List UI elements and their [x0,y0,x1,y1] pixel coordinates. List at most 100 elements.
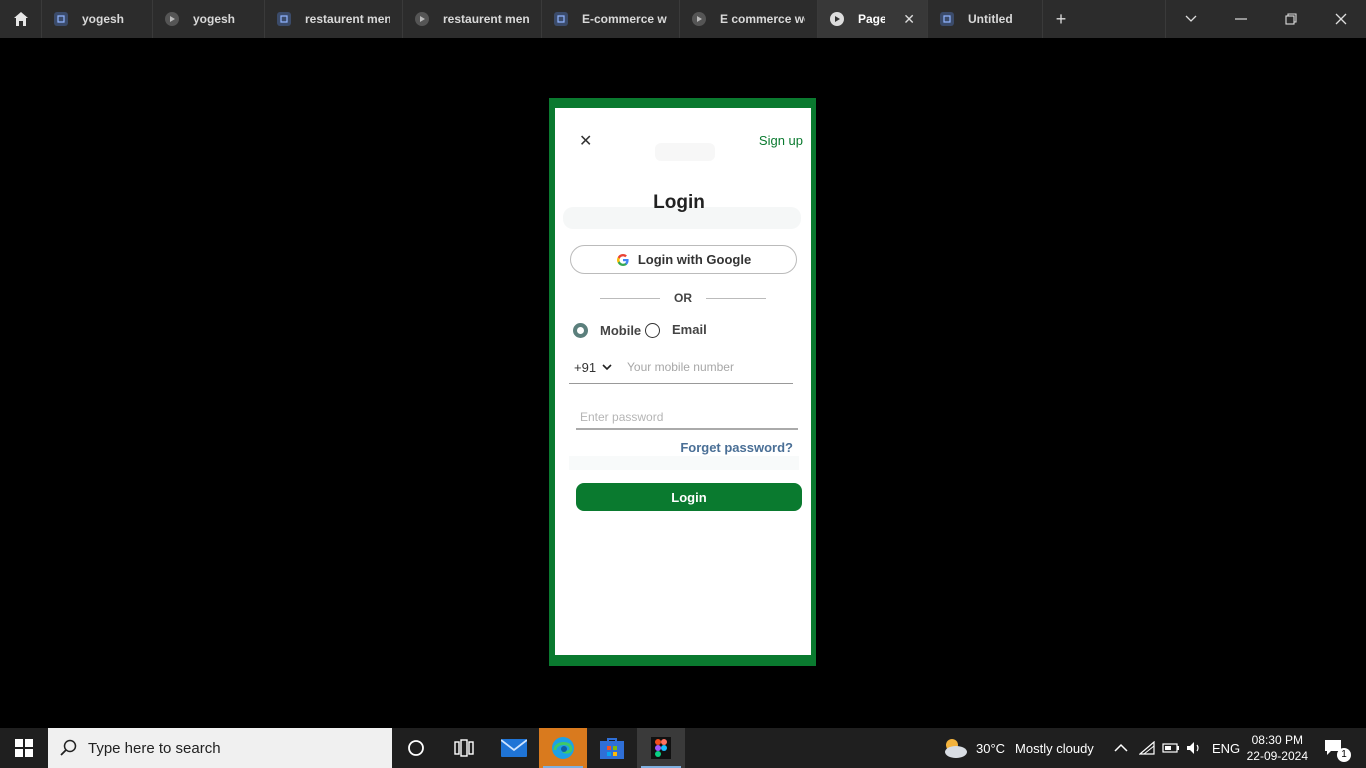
search-icon [60,739,77,756]
minimize-icon [1235,18,1247,20]
chevron-down-icon[interactable] [602,359,612,375]
google-icon [616,253,629,266]
edge-icon [552,737,574,759]
login-button[interactable]: Login [576,483,802,511]
close-window-button[interactable] [1316,0,1366,38]
weather-temp: 30°C [976,740,1006,756]
play-icon [692,12,706,26]
clock[interactable]: 08:30 PM 22-09-2024 [1247,732,1308,764]
new-tab-button[interactable]: + [1043,0,1079,38]
battery-button[interactable] [1162,728,1180,768]
mobile-field: +91 [569,357,793,384]
tab-label: Page 1 [858,12,886,26]
tab-restaurent-prototype[interactable]: restaurent menu [403,0,542,38]
close-tab-icon[interactable]: ✕ [903,11,915,28]
task-view-button[interactable] [440,728,488,768]
page-title: Login [653,192,705,213]
store-app[interactable] [588,728,636,768]
volume-button[interactable] [1186,728,1202,768]
cortana-icon [408,740,424,756]
windows-icon [15,739,33,757]
task-view-icon [454,739,474,757]
action-center-button[interactable]: 1 [1324,728,1351,768]
play-icon [165,12,179,26]
home-icon [13,12,28,26]
tab-yogesh-design[interactable]: yogesh [42,0,153,38]
or-divider: OR [600,291,766,305]
close-icon[interactable]: ✕ [579,131,592,151]
tab-bar: yogesh yogesh restaurent menu restaurent… [0,0,1366,38]
plus-icon: + [1055,8,1067,29]
volume-icon [1187,742,1199,754]
prototype-frame: ✕ Sign up Login Login with Google OR Mob… [549,98,816,666]
country-code[interactable]: +91 [574,360,596,375]
mail-app[interactable] [490,728,538,768]
tab-ecommerce-prototype[interactable]: E commerce we [680,0,818,38]
show-hidden-icons-button[interactable] [1114,728,1128,768]
restore-icon [1285,13,1297,25]
play-icon [830,12,844,26]
ghost-layer [655,143,715,161]
tab-yogesh-prototype[interactable]: yogesh [153,0,265,38]
tab-label: restaurent menu [305,12,390,26]
login-with-google-button[interactable]: Login with Google [570,245,797,274]
restore-button[interactable] [1266,0,1316,38]
radio-email[interactable] [645,323,660,338]
or-label: OR [674,291,692,305]
password-field [576,408,798,430]
divider-line [600,297,660,299]
weather-cloud-icon [945,739,967,758]
mobile-number-input[interactable] [627,357,787,377]
login-screen: ✕ Sign up Login Login with Google OR Mob… [555,108,811,655]
password-input[interactable] [580,408,780,426]
edge-app[interactable] [539,728,587,768]
tab-label: restaurent menu [443,12,529,26]
minimize-button[interactable] [1216,0,1266,38]
notification-badge: 1 [1337,748,1351,762]
tab-page-1[interactable]: Page 1 ✕ [818,0,928,38]
tab-restaurent-design[interactable]: restaurent menu [265,0,403,38]
figma-icon [651,737,671,759]
wifi-icon [1139,741,1155,755]
google-button-label: Login with Google [637,252,752,267]
tab-untitled[interactable]: Untitled [928,0,1043,38]
radio-mobile[interactable] [573,323,588,338]
tab-list-button[interactable] [1166,0,1216,38]
taskbar: 30°C Mostly cloudy ENG 08:30 PM 22-09-20… [0,728,1366,768]
forgot-password-link[interactable]: Forget password? [680,440,793,455]
close-icon [1335,13,1347,25]
clock-date: 22-09-2024 [1246,749,1308,763]
clock-time: 08:30 PM [1251,733,1303,747]
chevron-up-icon [1114,743,1128,752]
store-icon [600,738,624,759]
home-button[interactable] [0,0,42,38]
signup-link[interactable]: Sign up [759,133,803,148]
tab-label: E-commerce we [582,12,667,26]
tab-ecommerce-design[interactable]: E-commerce we [542,0,680,38]
chevron-down-icon [1185,15,1197,22]
battery-icon [1162,743,1179,753]
tab-label: E commerce we [720,12,805,26]
design-file-icon [940,12,954,26]
radio-email-label: Email [672,322,707,337]
mail-icon [501,739,527,757]
taskbar-search[interactable] [48,728,392,768]
language-label: ENG [1212,740,1241,756]
cortana-button[interactable] [392,728,440,768]
divider-line [706,297,766,299]
design-file-icon [554,12,568,26]
tab-label: Untitled [968,12,1013,26]
tab-label: yogesh [193,12,236,26]
network-button[interactable] [1139,728,1155,768]
play-icon [415,12,429,26]
weather-widget[interactable]: 30°C Mostly cloudy [942,728,1094,768]
language-indicator[interactable]: ENG [1212,728,1240,768]
design-file-icon [277,12,291,26]
start-button[interactable] [0,728,48,768]
tab-label: yogesh [82,12,125,26]
weather-text: Mostly cloudy [1015,740,1094,756]
ghost-layer [569,456,799,470]
figma-app[interactable] [637,728,685,768]
search-input[interactable] [88,739,368,757]
radio-mobile-label: Mobile [600,323,642,338]
